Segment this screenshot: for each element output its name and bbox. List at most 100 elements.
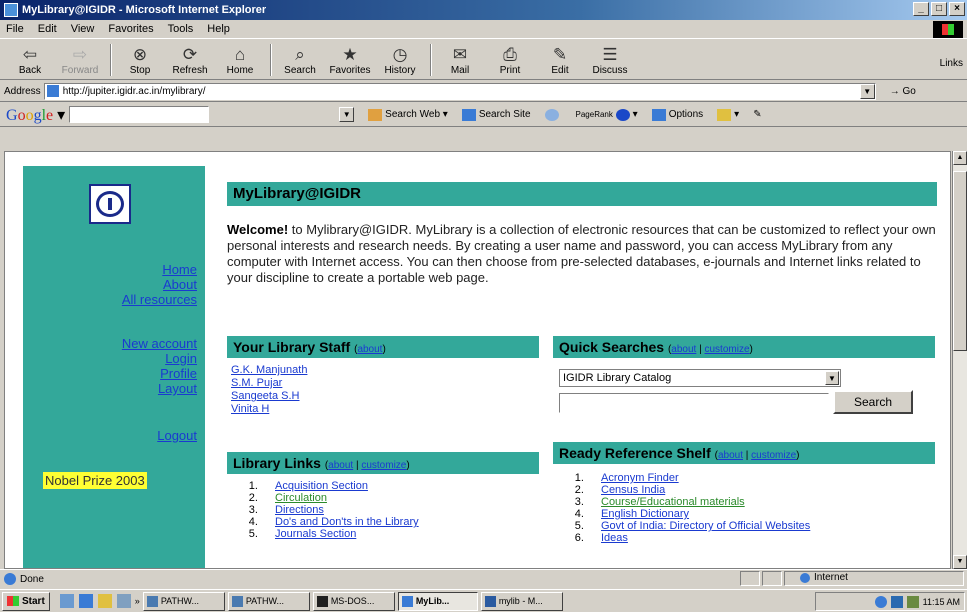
toolbar-home-button[interactable]: ⌂ Home: [216, 45, 264, 79]
folder-button[interactable]: ▾: [717, 108, 739, 121]
tray-app-icon[interactable]: [890, 595, 903, 608]
task-app-icon: [401, 595, 413, 607]
sidebar-link-profile[interactable]: Profile: [122, 366, 197, 381]
sidebar-link-all-resources[interactable]: All resources: [122, 292, 197, 307]
close-button[interactable]: ×: [949, 2, 965, 16]
volume-icon[interactable]: [906, 595, 919, 608]
taskbar-button[interactable]: PATHW...: [227, 591, 310, 611]
sidebar-link-login[interactable]: Login: [122, 351, 197, 366]
taskbar-button[interactable]: PATHW...: [142, 591, 225, 611]
sidebar-link-new-account[interactable]: New account: [122, 336, 197, 351]
taskbar-button[interactable]: MS-DOS...: [312, 591, 395, 611]
taskbar-button[interactable]: mylib - M...: [480, 591, 563, 611]
start-button[interactable]: Start: [2, 591, 50, 611]
address-dropdown-button[interactable]: ▼: [859, 83, 875, 99]
quick-customize-link[interactable]: customize: [704, 344, 749, 355]
liblinks-customize-link[interactable]: customize: [361, 460, 406, 471]
sidebar-link-home[interactable]: Home: [122, 262, 197, 277]
scroll-up-button[interactable]: ▲: [953, 151, 967, 165]
task-label: PATHW...: [245, 596, 284, 606]
toolbar-stop-button[interactable]: ⊗ Stop: [116, 45, 164, 79]
options-button[interactable]: Options: [651, 108, 703, 121]
search-web-button[interactable]: Search Web ▾: [368, 108, 448, 121]
network-icon[interactable]: [874, 595, 887, 608]
toolbar-refresh-button[interactable]: ⟳ Refresh: [166, 45, 214, 79]
reference-link[interactable]: Acronym Finder: [601, 472, 679, 484]
toolbar-button-label: Search: [284, 65, 316, 76]
scroll-thumb[interactable]: [953, 171, 967, 351]
ready-customize-link[interactable]: customize: [751, 450, 796, 461]
list-item: English Dictionary: [587, 508, 810, 520]
pagerank-indicator[interactable]: PageRank ▾: [576, 108, 638, 121]
pagerank-button[interactable]: [544, 108, 562, 121]
quicklaunch-app-icon[interactable]: [116, 594, 131, 608]
task-label: PATHW...: [160, 596, 199, 606]
library-link[interactable]: Do's and Don'ts in the Library: [275, 516, 419, 528]
pencil-icon: ✎: [753, 109, 762, 120]
ready-about-link[interactable]: about: [718, 450, 743, 461]
menu-view[interactable]: View: [71, 23, 95, 35]
toolbar-favorites-button[interactable]: ★ Favorites: [326, 45, 374, 79]
library-link[interactable]: Journals Section: [275, 528, 356, 540]
go-button[interactable]: → Go: [890, 86, 916, 97]
task-label: MS-DOS...: [330, 596, 375, 606]
toolbar-back-button[interactable]: ⇦ Back: [6, 45, 54, 79]
toolbar-mail-button[interactable]: ✉ Mail: [436, 45, 484, 79]
toolbar-print-button[interactable]: ⎙ Print: [486, 45, 534, 79]
reference-link[interactable]: Census India: [601, 484, 665, 496]
sidebar-link-layout[interactable]: Layout: [122, 381, 197, 396]
google-dropdown-button[interactable]: ▼: [339, 107, 355, 122]
vertical-scrollbar[interactable]: ▲ ▼: [952, 151, 967, 569]
chevron-down-icon[interactable]: ▼: [825, 371, 839, 385]
toolbar-history-button[interactable]: ◷ History: [376, 45, 424, 79]
edit-icon: ✎: [552, 45, 568, 64]
maximize-button[interactable]: □: [931, 2, 947, 16]
scroll-down-button[interactable]: ▼: [953, 555, 967, 569]
quick-search-button[interactable]: Search: [833, 390, 913, 414]
menu-help[interactable]: Help: [207, 23, 230, 35]
menu-edit[interactable]: Edit: [38, 23, 57, 35]
quicklaunch-ie-icon[interactable]: [78, 594, 93, 608]
address-input[interactable]: http://jupiter.igidr.ac.in/mylibrary/ ▼: [43, 82, 876, 100]
sidebar-link-about[interactable]: About: [122, 277, 197, 292]
reference-link[interactable]: Ideas: [601, 532, 628, 544]
highlight-button[interactable]: ✎: [753, 109, 761, 120]
menu-tools[interactable]: Tools: [168, 23, 194, 35]
menu-favorites[interactable]: Favorites: [108, 23, 153, 35]
links-button[interactable]: Links: [940, 58, 963, 69]
taskbar-button[interactable]: MyLib...: [397, 591, 478, 611]
reference-link[interactable]: Course/Educational materials: [601, 496, 745, 508]
staff-link[interactable]: G.K. Manjunath: [231, 364, 307, 377]
liblinks-about-link[interactable]: about: [328, 460, 353, 471]
quick-about-link[interactable]: about: [671, 344, 696, 355]
system-tray: 11:15 AM: [815, 592, 965, 611]
toolbar-edit-button[interactable]: ✎ Edit: [536, 45, 584, 79]
sidebar: Home About All resources New account Log…: [23, 166, 205, 568]
quicklaunch-outlook-icon[interactable]: [97, 594, 112, 608]
library-link[interactable]: Circulation: [275, 492, 327, 504]
staff-about-link[interactable]: about: [357, 344, 382, 355]
library-links-list: Acquisition Section Circulation Directio…: [227, 480, 419, 540]
sidebar-link-logout[interactable]: Logout: [157, 428, 197, 443]
staff-link[interactable]: Sangeeta S.H: [231, 390, 307, 403]
minimize-button[interactable]: _: [913, 2, 929, 16]
toolbar-forward-button[interactable]: ⇨ Forward: [56, 45, 104, 79]
toolbar-search-button[interactable]: ⌕ Search: [276, 45, 324, 79]
google-search-input[interactable]: [69, 106, 210, 123]
quick-search-input[interactable]: [559, 393, 829, 413]
reference-link[interactable]: Govt of India: Directory of Official Web…: [601, 520, 810, 532]
staff-link[interactable]: S.M. Pujar: [231, 377, 307, 390]
nobel-prize-link[interactable]: Nobel Prize 2003: [43, 472, 147, 489]
quicklaunch-desktop-icon[interactable]: [59, 594, 74, 608]
catalog-select[interactable]: IGIDR Library Catalog ▼: [559, 369, 841, 387]
google-logo[interactable]: Google ▾: [6, 105, 65, 125]
menu-file[interactable]: File: [6, 23, 24, 35]
toolbar-discuss-button[interactable]: ☰ Discuss: [586, 45, 634, 79]
reference-link[interactable]: English Dictionary: [601, 508, 689, 520]
staff-link[interactable]: Vinita H: [231, 403, 307, 416]
library-link[interactable]: Directions: [275, 504, 324, 516]
search-site-button[interactable]: Search Site: [461, 108, 531, 121]
windows-logo-icon: [933, 21, 963, 38]
sidebar-nav-logout: Logout: [157, 428, 197, 443]
library-link[interactable]: Acquisition Section: [275, 480, 368, 492]
